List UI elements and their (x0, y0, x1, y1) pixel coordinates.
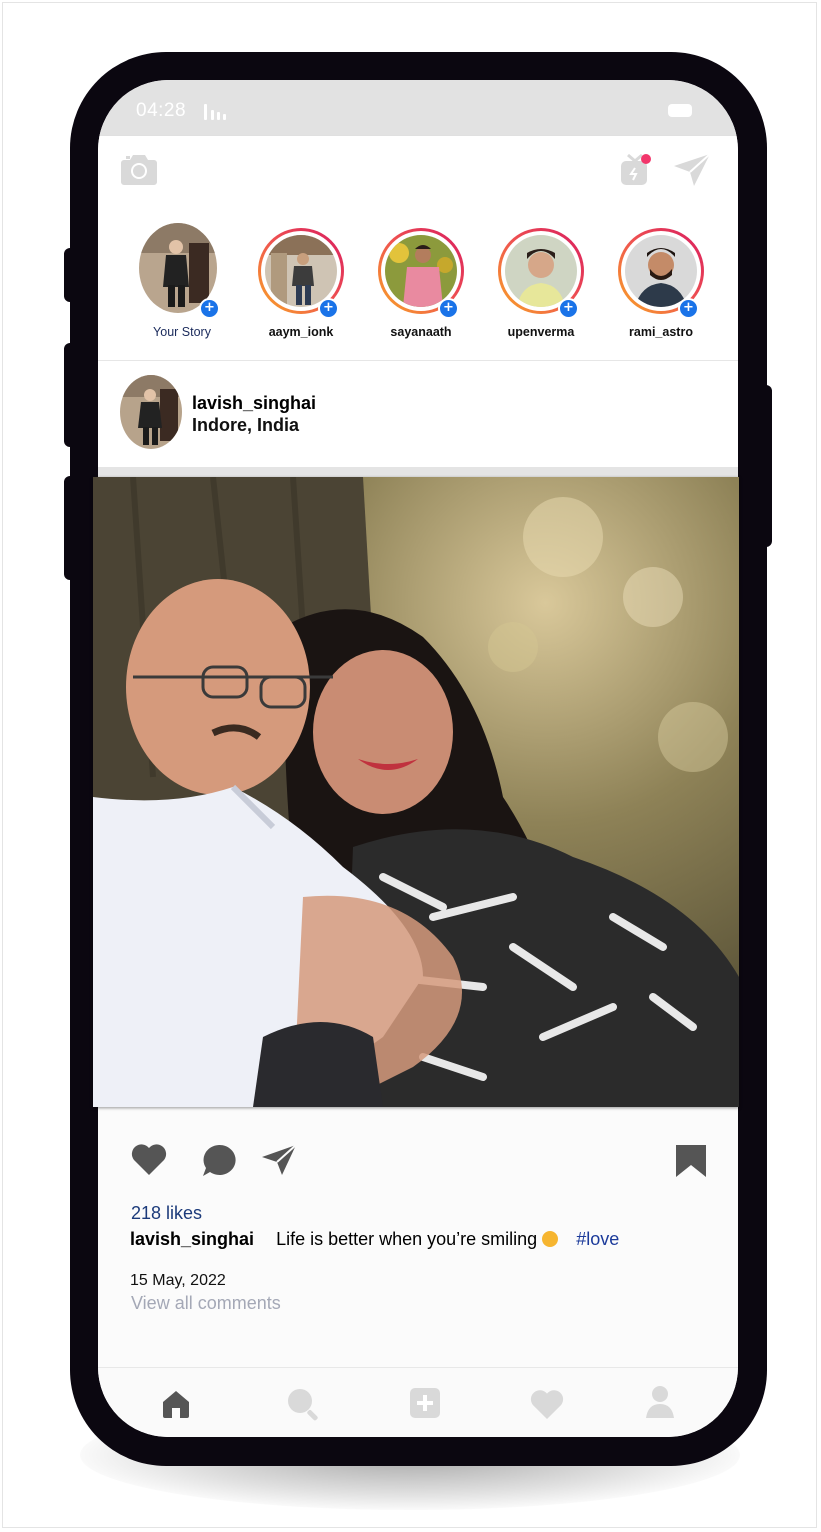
post-divider (98, 467, 738, 477)
status-bar: 04:28 (98, 80, 738, 136)
story-label: sayanaath (390, 325, 452, 339)
avatar (505, 235, 577, 307)
caption-username[interactable]: lavish_singhai (130, 1229, 254, 1249)
igtv-icon[interactable] (618, 152, 656, 188)
stories-row: + Your Story + aaym_ionk + sayanaath + u… (98, 202, 738, 361)
camera-icon[interactable] (120, 152, 158, 186)
bottom-nav-bar (98, 1367, 738, 1437)
smiling-emoji-icon (542, 1231, 559, 1247)
signal-icon (204, 102, 230, 120)
home-icon[interactable] (160, 1388, 192, 1420)
story-label: Your Story (153, 325, 211, 339)
activity-heart-icon[interactable] (529, 1388, 565, 1420)
top-app-bar (98, 136, 738, 202)
comment-icon[interactable] (201, 1143, 237, 1179)
avatar (120, 375, 182, 449)
post-caption: lavish_singhai Life is better when you’re… (130, 1229, 619, 1250)
add-story-badge: + (318, 298, 339, 319)
story-label: rami_astro (629, 325, 693, 339)
story-upenverma[interactable]: + upenverma (485, 228, 585, 348)
add-story-badge: + (678, 298, 699, 319)
status-time: 04:28 (136, 100, 187, 121)
avatar (625, 235, 697, 307)
story-aaym_ionk[interactable]: + aaym_ionk (245, 228, 345, 348)
post-photo[interactable] (93, 477, 739, 1107)
post-author-username[interactable]: lavish_singhai (192, 393, 316, 414)
post-image (93, 477, 739, 1107)
avatar (385, 235, 457, 307)
search-icon[interactable] (285, 1386, 321, 1422)
caption-text: Life is better when you’re smiling (276, 1229, 538, 1249)
post-author-avatar[interactable] (120, 375, 182, 449)
add-story-badge: + (199, 298, 220, 319)
story-label: aaym_ionk (268, 325, 334, 339)
post-location[interactable]: Indore, India (192, 415, 299, 436)
add-story-badge: + (438, 298, 459, 319)
post-date: 15 May, 2022 (130, 1272, 226, 1289)
story-sayanaath[interactable]: + sayanaath (365, 228, 465, 348)
post-header: lavish_singhai Indore, India (98, 361, 738, 467)
hashtag-link[interactable]: #love (576, 1229, 619, 1249)
profile-icon[interactable] (644, 1384, 676, 1420)
story-rami_astro[interactable]: + rami_astro (605, 228, 705, 348)
story-label: upenverma (507, 325, 575, 339)
add-story-badge: + (558, 298, 579, 319)
paper-plane-icon[interactable] (672, 152, 712, 188)
likes-count[interactable]: 218 likes (131, 1203, 202, 1224)
paper-plane-icon[interactable] (260, 1143, 298, 1177)
battery-icon (668, 104, 692, 117)
bookmark-icon[interactable] (674, 1143, 708, 1179)
story-your-story[interactable]: + Your Story (126, 223, 226, 348)
heart-icon[interactable] (130, 1142, 168, 1176)
view-all-comments-link[interactable]: View all comments (131, 1293, 281, 1314)
avatar (265, 235, 337, 307)
add-post-icon[interactable] (409, 1387, 441, 1419)
